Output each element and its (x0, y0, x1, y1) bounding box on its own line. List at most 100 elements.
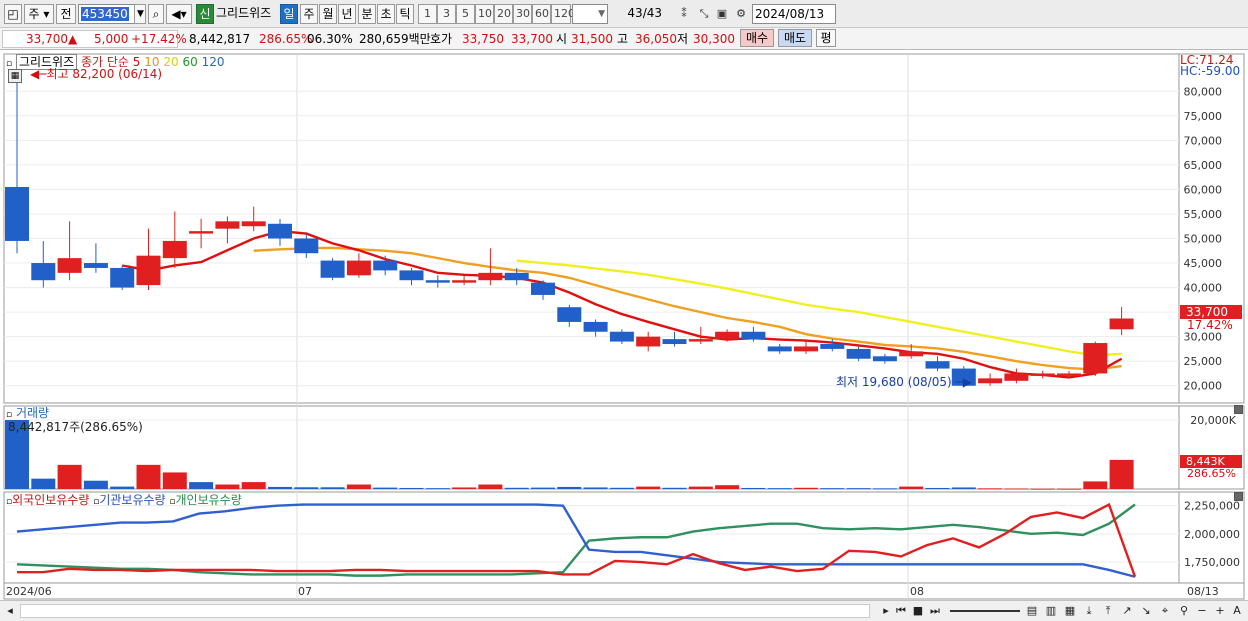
rewind-icon[interactable]: ⏮ (893, 603, 909, 619)
chart-settings-icon[interactable]: ◰ (4, 4, 22, 24)
bottom-scrollbar[interactable]: ◂ ▸ ⏮ ■ ⏭ ▤ ▥ ▦ ⤓ ⤒ ↗ ↘ ⌖ ⚲ − + A (0, 600, 1248, 621)
legend-ma120[interactable]: 120 (202, 55, 225, 69)
legend-foreign[interactable]: 외국인보유수량 (12, 493, 89, 507)
line-tool-icon-5[interactable]: ⌖ (1157, 603, 1173, 619)
sell-button[interactable]: 매도 (778, 29, 812, 47)
candle-body (189, 231, 214, 234)
interval-3[interactable]: 3 (437, 4, 456, 24)
tab-tick[interactable]: 틱 (396, 4, 414, 24)
tab-week[interactable]: 주 (300, 4, 318, 24)
tab-second[interactable]: 초 (377, 4, 395, 24)
current-pct-marker: 17.42% (1187, 318, 1233, 332)
interval-1[interactable]: 1 (418, 4, 437, 24)
volume-close-icon[interactable] (1234, 405, 1243, 414)
volume-bar (925, 487, 950, 489)
speaker-icon[interactable]: ◀▾ (166, 4, 192, 24)
quote-bar: 33,700 ▲ 5,000 +17.42% 8,442,817 286.65%… (0, 28, 1248, 50)
period-select[interactable]: 주 ▾ (24, 4, 54, 24)
interval-5[interactable]: 5 (456, 4, 475, 24)
legend-individual[interactable]: 개인보유수량 (176, 493, 242, 507)
price-tick-label: 25,000 (1184, 355, 1223, 368)
panel-icon-1[interactable]: ▤ (1024, 603, 1040, 619)
tab-day[interactable]: 일 (280, 4, 298, 24)
tab-month[interactable]: 월 (319, 4, 337, 24)
interval-30[interactable]: 30 (513, 4, 532, 24)
zoom-slider[interactable] (950, 610, 1020, 612)
interval-10[interactable]: 10 (475, 4, 494, 24)
candle-body (609, 331, 634, 342)
price-tick-label: 40,000 (1184, 282, 1223, 295)
candle-body (557, 307, 582, 322)
high-price: 36,050 (635, 32, 677, 46)
fast-forward-icon[interactable]: ⏭ (927, 603, 943, 619)
interval-120[interactable]: 120 (551, 4, 575, 24)
line-tool-icon-1[interactable]: ⤓ (1081, 603, 1097, 619)
prev-button[interactable]: 전 (56, 4, 76, 24)
high-label: 고 (617, 32, 629, 46)
volume-bar (636, 486, 661, 489)
zoom-icon[interactable]: ⁑ (676, 6, 692, 22)
scroll-left-icon[interactable]: ◂ (2, 603, 18, 619)
candle-body (741, 331, 766, 340)
line-tool-icon-3[interactable]: ↗ (1119, 603, 1135, 619)
zoom-out-icon[interactable]: − (1194, 603, 1210, 619)
tab-minute[interactable]: 분 (358, 4, 376, 24)
volume-bar (241, 482, 266, 489)
stock-chart[interactable]: 80,000 75,000 70,000 65,000 60,000 55,000 50,0… (0, 50, 1248, 600)
volume-bar (57, 464, 82, 489)
eval-button[interactable]: 평 (816, 29, 836, 47)
calendar-icon[interactable]: ▦ (8, 69, 22, 83)
low-label: 저 (677, 32, 689, 46)
volume-bar (320, 487, 345, 489)
interval-60[interactable]: 60 (532, 4, 551, 24)
up-arrow-icon: ▲ (68, 32, 78, 46)
search-icon[interactable]: ⌕ (148, 4, 164, 24)
right-arrow-icon: ─▶ (951, 375, 972, 389)
bid-price: 33,700 (511, 32, 553, 46)
interval-custom-select[interactable]: ▼ (572, 4, 608, 24)
scroll-track[interactable] (20, 604, 870, 618)
legend-ma60[interactable]: 60 (182, 55, 197, 69)
draw-tool-icon[interactable]: ⤡ (696, 6, 712, 22)
code-dropdown-icon[interactable]: ▼ (134, 4, 146, 24)
date-input[interactable]: 2024/08/13 (752, 4, 836, 24)
panel-icon-3[interactable]: ▦ (1062, 603, 1078, 619)
tab-year[interactable]: 년 (338, 4, 356, 24)
volume-bar (583, 487, 608, 489)
scroll-right-icon[interactable]: ▸ (878, 603, 894, 619)
low-note: 최저 19,680 (08/05) (836, 375, 952, 389)
bid-label: 호가 (430, 32, 453, 46)
open-price: 31,500 (571, 32, 613, 46)
high-annotation: ◀─최고 82,200 (06/14) (30, 65, 162, 82)
volume-tick-label: 20,000K (1190, 414, 1236, 427)
buy-button[interactable]: 매수 (740, 29, 774, 47)
holding-close-icon[interactable] (1234, 492, 1243, 501)
interval-20[interactable]: 20 (494, 4, 513, 24)
candle-body (925, 361, 950, 369)
volume-bar (1004, 488, 1029, 490)
gear-icon[interactable]: ⚙ (733, 6, 749, 22)
legend-institution[interactable]: 기관보유수량 (99, 493, 165, 507)
holding-legend: ▫외국인보유수량 ▫기관보유수량 ▫개인보유수량 (6, 491, 242, 508)
line-tool-icon-4[interactable]: ↘ (1138, 603, 1154, 619)
volume-bar (846, 488, 871, 490)
candle-body (767, 346, 792, 352)
candle-body (399, 270, 424, 281)
save-icon[interactable]: ▣ (714, 6, 730, 22)
stop-icon[interactable]: ■ (910, 603, 926, 619)
text-tool-icon[interactable]: A (1229, 603, 1245, 619)
volume-bar (688, 486, 713, 489)
volume-bar (189, 482, 214, 489)
line-tool-icon-2[interactable]: ⤒ (1100, 603, 1116, 619)
candle-body (478, 272, 503, 281)
bar-count-value: 43 (627, 6, 643, 20)
top-toolbar: ◰ 주 ▾ 전 453450 ▼ ⌕ ◀▾ 신 그리드위즈 일 주 월 년 분 … (0, 0, 1248, 28)
volume-bar (899, 486, 924, 489)
new-badge: 신 (196, 4, 214, 24)
zoom-in-icon[interactable]: + (1212, 603, 1228, 619)
x-tick-label: 08 (910, 585, 924, 598)
stock-code-input[interactable]: 453450 (78, 4, 136, 24)
magnifier-icon[interactable]: ⚲ (1176, 603, 1192, 619)
panel-icon-2[interactable]: ▥ (1043, 603, 1059, 619)
legend-ma20[interactable]: 20 (163, 55, 178, 69)
